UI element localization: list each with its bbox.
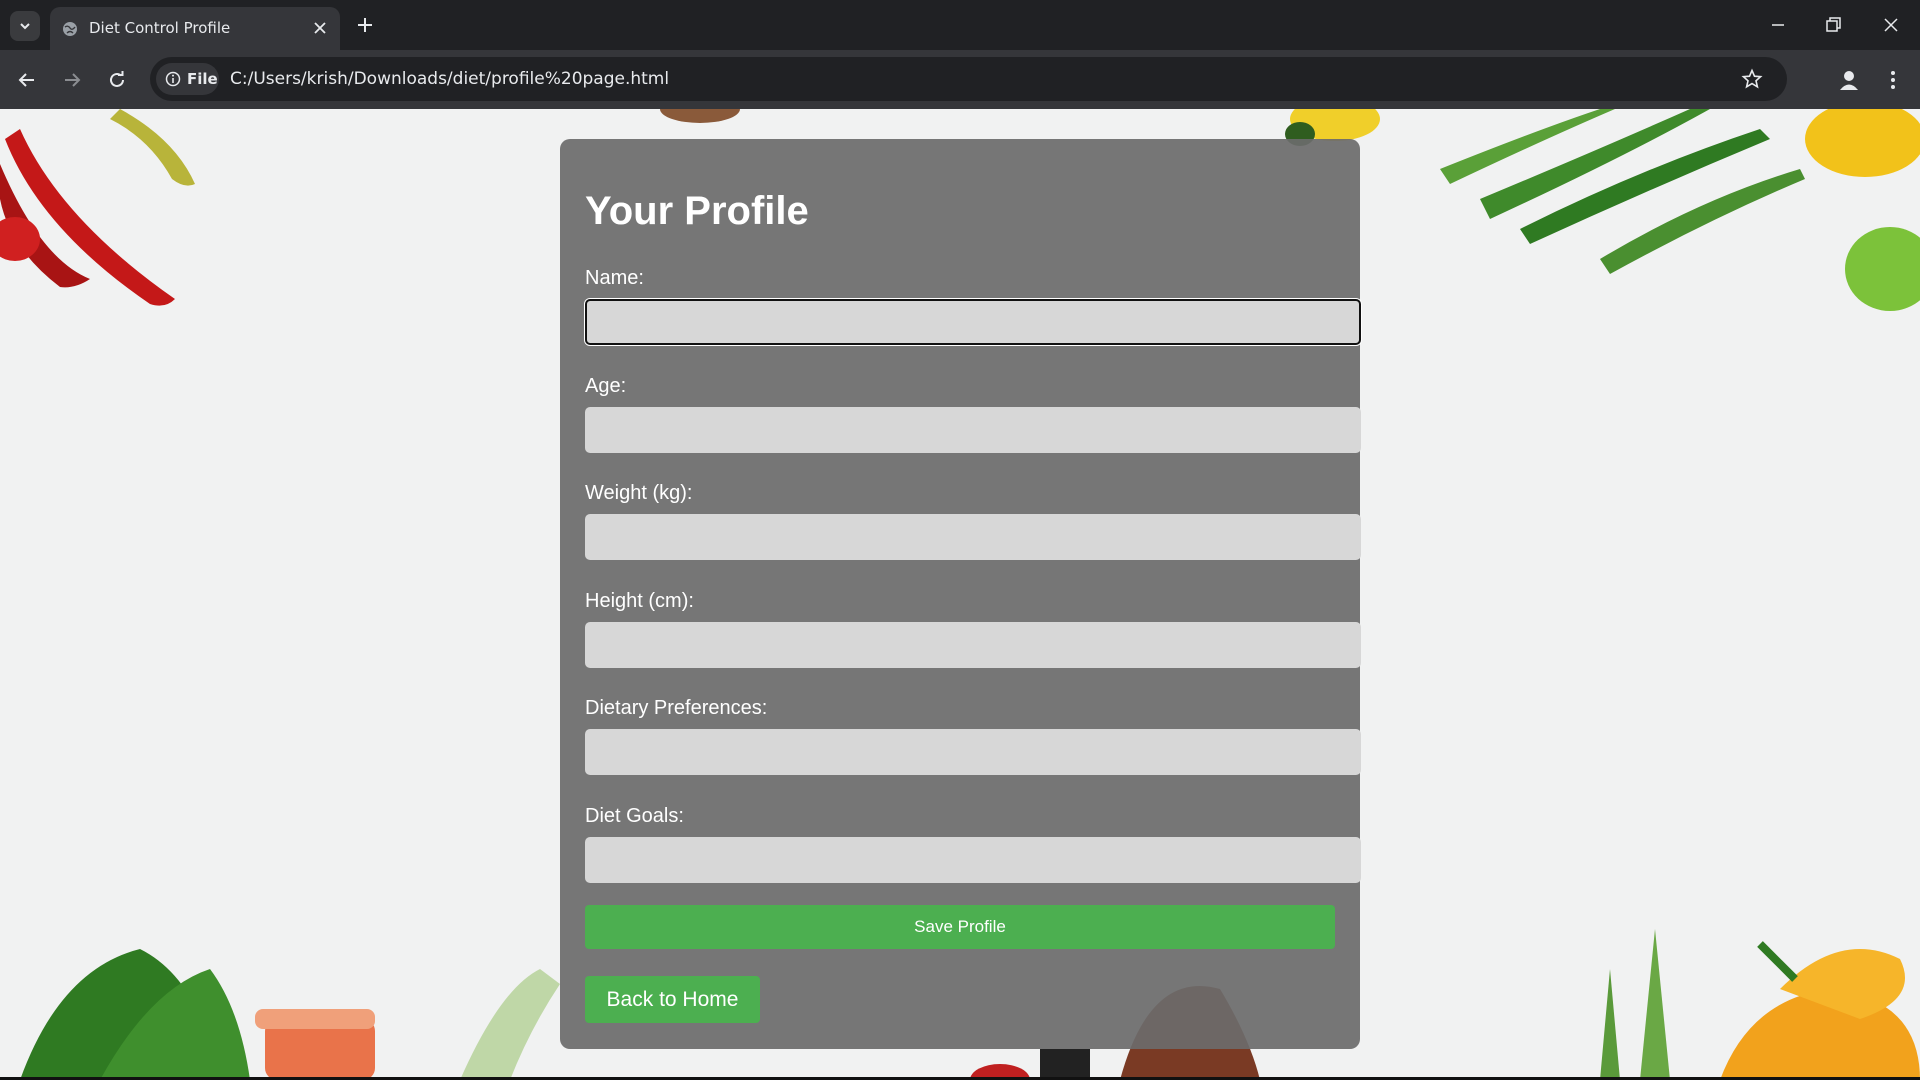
chevron-down-icon bbox=[20, 23, 30, 30]
restore-icon[interactable] bbox=[1823, 15, 1843, 35]
arrow-left-icon[interactable] bbox=[16, 69, 38, 91]
browser-toolbar: File C:/Users/krish/Downloads/diet/profi… bbox=[0, 50, 1920, 109]
globe-icon bbox=[63, 22, 77, 36]
name-input[interactable] bbox=[585, 299, 1361, 345]
browser-tab-strip: Diet Control Profile bbox=[0, 0, 1920, 50]
browser-tab[interactable]: Diet Control Profile bbox=[50, 7, 340, 50]
name-label: Name: bbox=[585, 267, 644, 289]
close-icon[interactable] bbox=[312, 20, 328, 36]
save-profile-button[interactable]: Save Profile bbox=[585, 905, 1335, 949]
weight-input[interactable] bbox=[585, 514, 1361, 560]
tab-search-button[interactable] bbox=[10, 11, 40, 41]
person-icon[interactable] bbox=[1837, 68, 1861, 92]
plus-icon[interactable] bbox=[355, 15, 375, 35]
site-info-chip[interactable]: File bbox=[156, 63, 219, 95]
diet-goals-input[interactable] bbox=[585, 837, 1361, 883]
url-text[interactable]: C:/Users/krish/Downloads/diet/profile%20… bbox=[230, 69, 669, 89]
close-window-icon[interactable] bbox=[1881, 15, 1901, 35]
address-bar[interactable]: File C:/Users/krish/Downloads/diet/profi… bbox=[150, 57, 1787, 101]
profile-card: Your Profile Name: Age: Weight (kg): Hei… bbox=[560, 139, 1361, 1049]
info-icon bbox=[165, 71, 181, 87]
height-label: Height (cm): bbox=[585, 590, 694, 612]
tab-title: Diet Control Profile bbox=[89, 19, 231, 37]
age-label: Age: bbox=[585, 375, 627, 397]
page-viewport: Your Profile Name: Age: Weight (kg): Hei… bbox=[0, 109, 1920, 1080]
dietary-preferences-label: Dietary Preferences: bbox=[585, 697, 768, 719]
back-to-home-button[interactable]: Back to Home bbox=[585, 976, 760, 1023]
dietary-preferences-input[interactable] bbox=[585, 729, 1361, 775]
diet-goals-label: Diet Goals: bbox=[585, 805, 684, 827]
page-title: Your Profile bbox=[585, 189, 809, 233]
height-input[interactable] bbox=[585, 622, 1361, 668]
site-info-label: File bbox=[187, 70, 218, 88]
kebab-menu-icon[interactable] bbox=[1883, 68, 1903, 92]
minimize-icon[interactable] bbox=[1768, 15, 1788, 35]
reload-icon[interactable] bbox=[106, 69, 128, 91]
age-input[interactable] bbox=[585, 407, 1361, 453]
weight-label: Weight (kg): bbox=[585, 482, 693, 504]
arrow-right-icon[interactable] bbox=[61, 69, 83, 91]
star-icon[interactable] bbox=[1741, 68, 1763, 90]
